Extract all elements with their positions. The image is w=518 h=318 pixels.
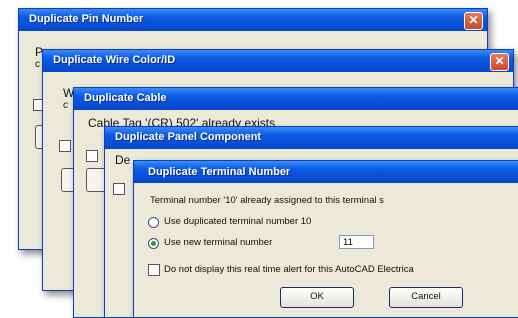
title-bar[interactable]: Duplicate Cable (74, 88, 518, 110)
do-not-display-checkbox[interactable] (148, 264, 160, 276)
radio-use-duplicated[interactable] (148, 217, 159, 228)
title-bar[interactable]: Duplicate Terminal Number (134, 161, 518, 183)
message-fragment: c (63, 100, 68, 111)
checkbox[interactable] (59, 140, 71, 152)
title-bar[interactable]: Duplicate Wire Color/ID ✕ (43, 50, 513, 72)
radio-use-new[interactable] (148, 238, 159, 249)
new-number-input[interactable]: 11 (339, 235, 374, 249)
message-fragment: De (115, 153, 131, 167)
checkbox[interactable] (113, 183, 125, 195)
dialog-title: Duplicate Wire Color/ID (53, 54, 176, 66)
radio-label-use-duplicated: Use duplicated terminal number 10 (164, 216, 312, 227)
close-icon[interactable]: ✕ (490, 53, 509, 71)
radio-label-use-new: Use new terminal number (164, 237, 273, 248)
message-text: Terminal number '10' already assigned to… (150, 195, 384, 206)
dialog-title: Duplicate Terminal Number (148, 166, 291, 178)
do-not-display-label: Do not display this real time alert for … (164, 264, 414, 275)
checkbox[interactable] (86, 150, 98, 162)
title-bar[interactable]: Duplicate Pin Number ✕ (19, 9, 487, 31)
title-bar[interactable]: Duplicate Panel Component (105, 127, 518, 149)
dialog-title: Duplicate Pin Number (29, 13, 144, 25)
dialog-title: Duplicate Cable (84, 92, 167, 104)
close-icon[interactable]: ✕ (464, 12, 483, 30)
dialog-duplicate-terminal-number: Duplicate Terminal Number Terminal numbe… (133, 160, 518, 318)
cancel-button[interactable]: Cancel (389, 287, 463, 308)
ok-button[interactable]: OK (280, 287, 354, 308)
message-fragment: c (35, 59, 40, 70)
dialog-title: Duplicate Panel Component (115, 131, 262, 143)
